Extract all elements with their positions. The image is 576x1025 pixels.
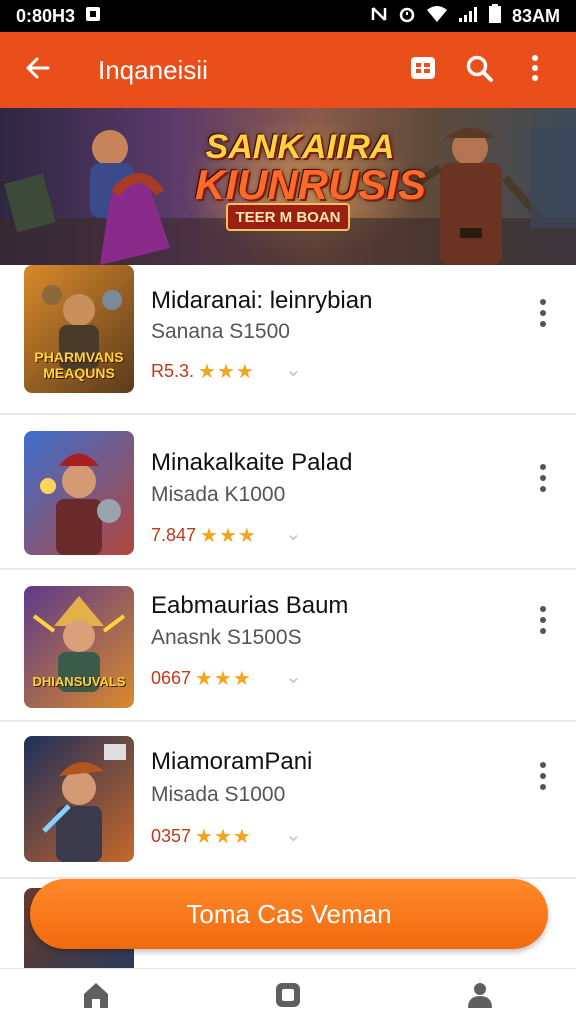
banner-title-line1: SANKAIIRA <box>205 128 395 166</box>
banner-button[interactable]: TEER M BOAN <box>226 203 350 231</box>
game-subtitle: Sanana S1500 <box>151 320 290 343</box>
rating-value: R5.3. <box>151 361 195 381</box>
game-thumbnail <box>24 736 134 862</box>
game-rating: 7.847 ★★★ <box>151 523 257 548</box>
game-thumbnail-text: PHARMVANS MEAQUNS <box>34 349 124 381</box>
item-more-button[interactable] <box>528 756 558 796</box>
status-battery-text: 83AM <box>511 5 560 26</box>
item-more-button[interactable] <box>528 600 558 640</box>
game-name: MiamoramPani <box>151 748 313 775</box>
chevron-down-icon[interactable]: ⌄ <box>285 822 302 847</box>
square-icon <box>273 980 303 1015</box>
game-thumbnail: DHIANSUVALS <box>24 586 134 708</box>
banner-title-line2: KIUNRUSIS <box>195 161 427 208</box>
star-icons: ★★★ <box>198 361 255 383</box>
notification-icon <box>85 5 101 28</box>
app-bar: Inqaneisii <box>0 32 576 108</box>
nav-home[interactable] <box>66 972 126 1022</box>
more-vert-icon <box>540 299 546 327</box>
rating-value: 0667 <box>151 668 192 688</box>
promo-banner[interactable]: SANKAIIRA KIUNRUSIS <box>0 108 576 265</box>
grid-button[interactable] <box>398 45 448 95</box>
item-more-button[interactable] <box>528 458 558 498</box>
more-vert-icon <box>540 464 546 492</box>
arrow-left-icon <box>24 54 52 87</box>
page-title: Inqaneisii <box>98 54 208 85</box>
banner-title: SANKAIIRA KIUNRUSIS <box>195 128 427 208</box>
rating-value: 0357 <box>151 826 192 846</box>
game-subtitle: Misada K1000 <box>151 483 286 506</box>
list-item[interactable]: MiamoramPani Misada S1000 0357 ★★★ ⌄ <box>0 722 576 879</box>
grid-icon <box>409 54 437 87</box>
game-rating: 0357 ★★★ <box>151 824 252 849</box>
chevron-down-icon[interactable]: ⌄ <box>285 357 302 382</box>
chevron-down-icon[interactable]: ⌄ <box>285 521 302 546</box>
bottom-navigation <box>0 968 576 1025</box>
star-icons: ★★★ <box>195 668 252 690</box>
nav-profile[interactable] <box>450 972 510 1022</box>
item-more-button[interactable] <box>528 293 558 333</box>
nfc-icon <box>370 5 388 28</box>
game-thumbnail-text: DHIANSUVALS <box>32 674 126 689</box>
more-vert-icon <box>530 54 540 87</box>
star-icons: ★★★ <box>200 525 257 547</box>
primary-cta-button[interactable]: Toma Cas Veman <box>30 879 548 949</box>
battery-icon <box>488 3 502 29</box>
game-name: Midaranai: leinrybian <box>151 287 373 314</box>
status-bar: 0:80H3 83AM <box>0 0 576 32</box>
list-item[interactable]: Minakalkaite Palad Misada K1000 7.847 ★★… <box>0 415 576 570</box>
search-button[interactable] <box>454 45 504 95</box>
status-time: 0:80H3 <box>16 5 76 26</box>
person-icon <box>465 980 495 1015</box>
game-subtitle: Misada S1000 <box>151 783 286 806</box>
chevron-down-icon[interactable]: ⌄ <box>285 664 302 689</box>
game-name: Minakalkaite Palad <box>151 449 353 476</box>
game-rating: 0667 ★★★ <box>151 666 252 691</box>
game-subtitle: Anasnk S1500S <box>151 626 302 649</box>
list-item[interactable]: DHIANSUVALS Eabmaurias Baum Anasnk S1500… <box>0 570 576 722</box>
game-thumbnail <box>24 431 134 555</box>
list-item[interactable]: PHARMVANS MEAQUNS Midaranai: leinrybian … <box>0 265 576 415</box>
star-icons: ★★★ <box>195 826 252 848</box>
home-icon <box>81 980 111 1015</box>
alarm-icon <box>398 5 416 28</box>
search-icon <box>464 53 494 88</box>
game-list: PHARMVANS MEAQUNS Midaranai: leinrybian … <box>0 265 576 879</box>
game-thumbnail: PHARMVANS MEAQUNS <box>24 265 134 393</box>
more-vert-icon <box>540 762 546 790</box>
more-options-button[interactable] <box>510 45 560 95</box>
rating-value: 7.847 <box>151 525 197 545</box>
game-name: Eabmaurias Baum <box>151 592 349 619</box>
game-rating: R5.3. ★★★ <box>151 359 255 384</box>
nav-library[interactable] <box>258 972 318 1022</box>
signal-icon <box>458 5 478 28</box>
more-vert-icon <box>540 606 546 634</box>
back-button[interactable] <box>16 48 60 92</box>
wifi-icon <box>426 5 448 28</box>
